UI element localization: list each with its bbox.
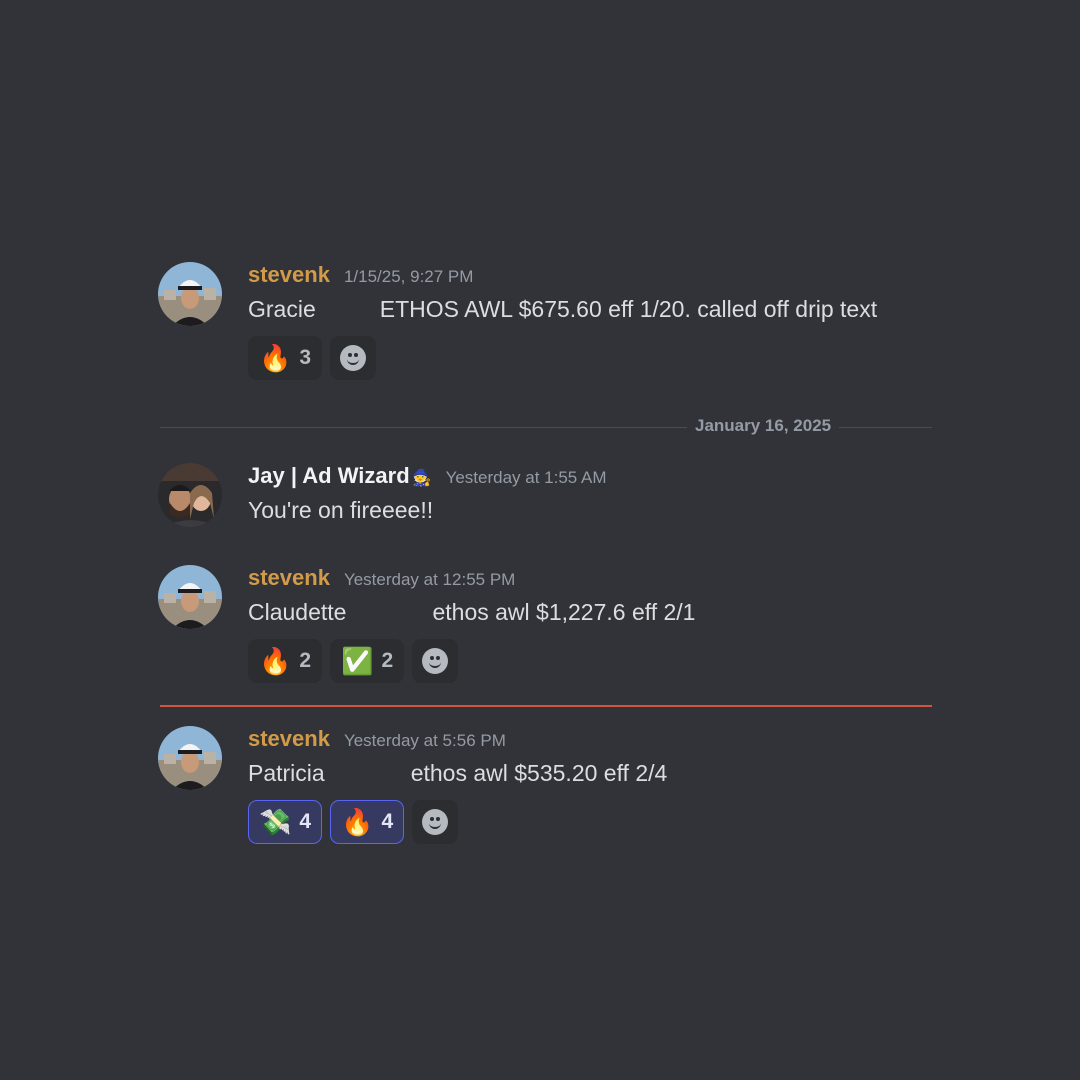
customer-name: Claudette (248, 599, 347, 625)
check-mark-emoji-icon: ✅ (341, 646, 374, 676)
add-reaction-button[interactable] (412, 639, 459, 683)
reactions: 🔥 3 (248, 336, 938, 380)
username[interactable]: stevenk (248, 565, 330, 591)
fire-emoji-icon: 🔥 (341, 807, 374, 837)
wizard-badge-icon: 🧙 (411, 470, 432, 487)
username[interactable]: Jay | Ad Wizard (248, 463, 410, 489)
new-messages-divider (160, 705, 932, 707)
smile-icon (422, 648, 449, 674)
date-divider-label: January 16, 2025 (687, 416, 840, 436)
message-content: Gracie ETHOS AWL $675.60 eff 1/20. called… (248, 292, 938, 326)
avatar[interactable] (158, 726, 222, 790)
reaction-money-with-wings[interactable]: 💸 4 (248, 800, 323, 844)
reaction-count: 3 (299, 346, 312, 369)
reaction-fire[interactable]: 🔥 4 (330, 800, 405, 844)
message-text: ethos awl $1,227.6 eff 2/1 (432, 599, 696, 625)
add-reaction-button[interactable] (412, 800, 459, 844)
message-text: You're on fireeee!! (248, 497, 434, 523)
timestamp: Yesterday at 5:56 PM (343, 731, 506, 750)
customer-name: Patricia (248, 760, 325, 786)
timestamp: Yesterday at 12:55 PM (343, 570, 516, 589)
timestamp: 1/15/25, 9:27 PM (343, 267, 474, 286)
message-text: ETHOS AWL $675.60 eff 1/20. called off d… (379, 296, 878, 322)
add-reaction-button[interactable] (330, 336, 377, 380)
fire-emoji-icon: 🔥 (259, 646, 292, 676)
username[interactable]: stevenk (248, 262, 330, 288)
smile-icon (340, 345, 367, 371)
reaction-count: 4 (299, 810, 312, 833)
customer-name: Gracie (248, 296, 316, 322)
reaction-fire[interactable]: 🔥 3 (248, 336, 323, 380)
reaction-check[interactable]: ✅ 2 (330, 639, 405, 683)
timestamp: Yesterday at 1:55 AM (445, 468, 607, 487)
money-with-wings-emoji-icon: 💸 (259, 807, 292, 837)
smile-icon (422, 809, 449, 835)
fire-emoji-icon: 🔥 (259, 343, 292, 373)
chat-message-list: stevenk 1/15/25, 9:27 PM Gracie ETHOS AWL… (0, 0, 1080, 1080)
avatar[interactable] (158, 262, 222, 326)
message-text: ethos awl $535.20 eff 2/4 (410, 760, 668, 786)
reaction-count: 2 (299, 649, 312, 672)
username[interactable]: stevenk (248, 726, 330, 752)
message-content: Claudette ethos awl $1,227.6 eff 2/1 (248, 595, 938, 629)
reactions: 💸 4 🔥 4 (248, 800, 938, 844)
avatar[interactable] (158, 463, 222, 527)
reaction-fire[interactable]: 🔥 2 (248, 639, 323, 683)
reactions: 🔥 2 ✅ 2 (248, 639, 938, 683)
reaction-count: 2 (381, 649, 394, 672)
reaction-count: 4 (381, 810, 394, 833)
message-content: Patricia ethos awl $535.20 eff 2/4 (248, 756, 938, 790)
avatar[interactable] (158, 565, 222, 629)
